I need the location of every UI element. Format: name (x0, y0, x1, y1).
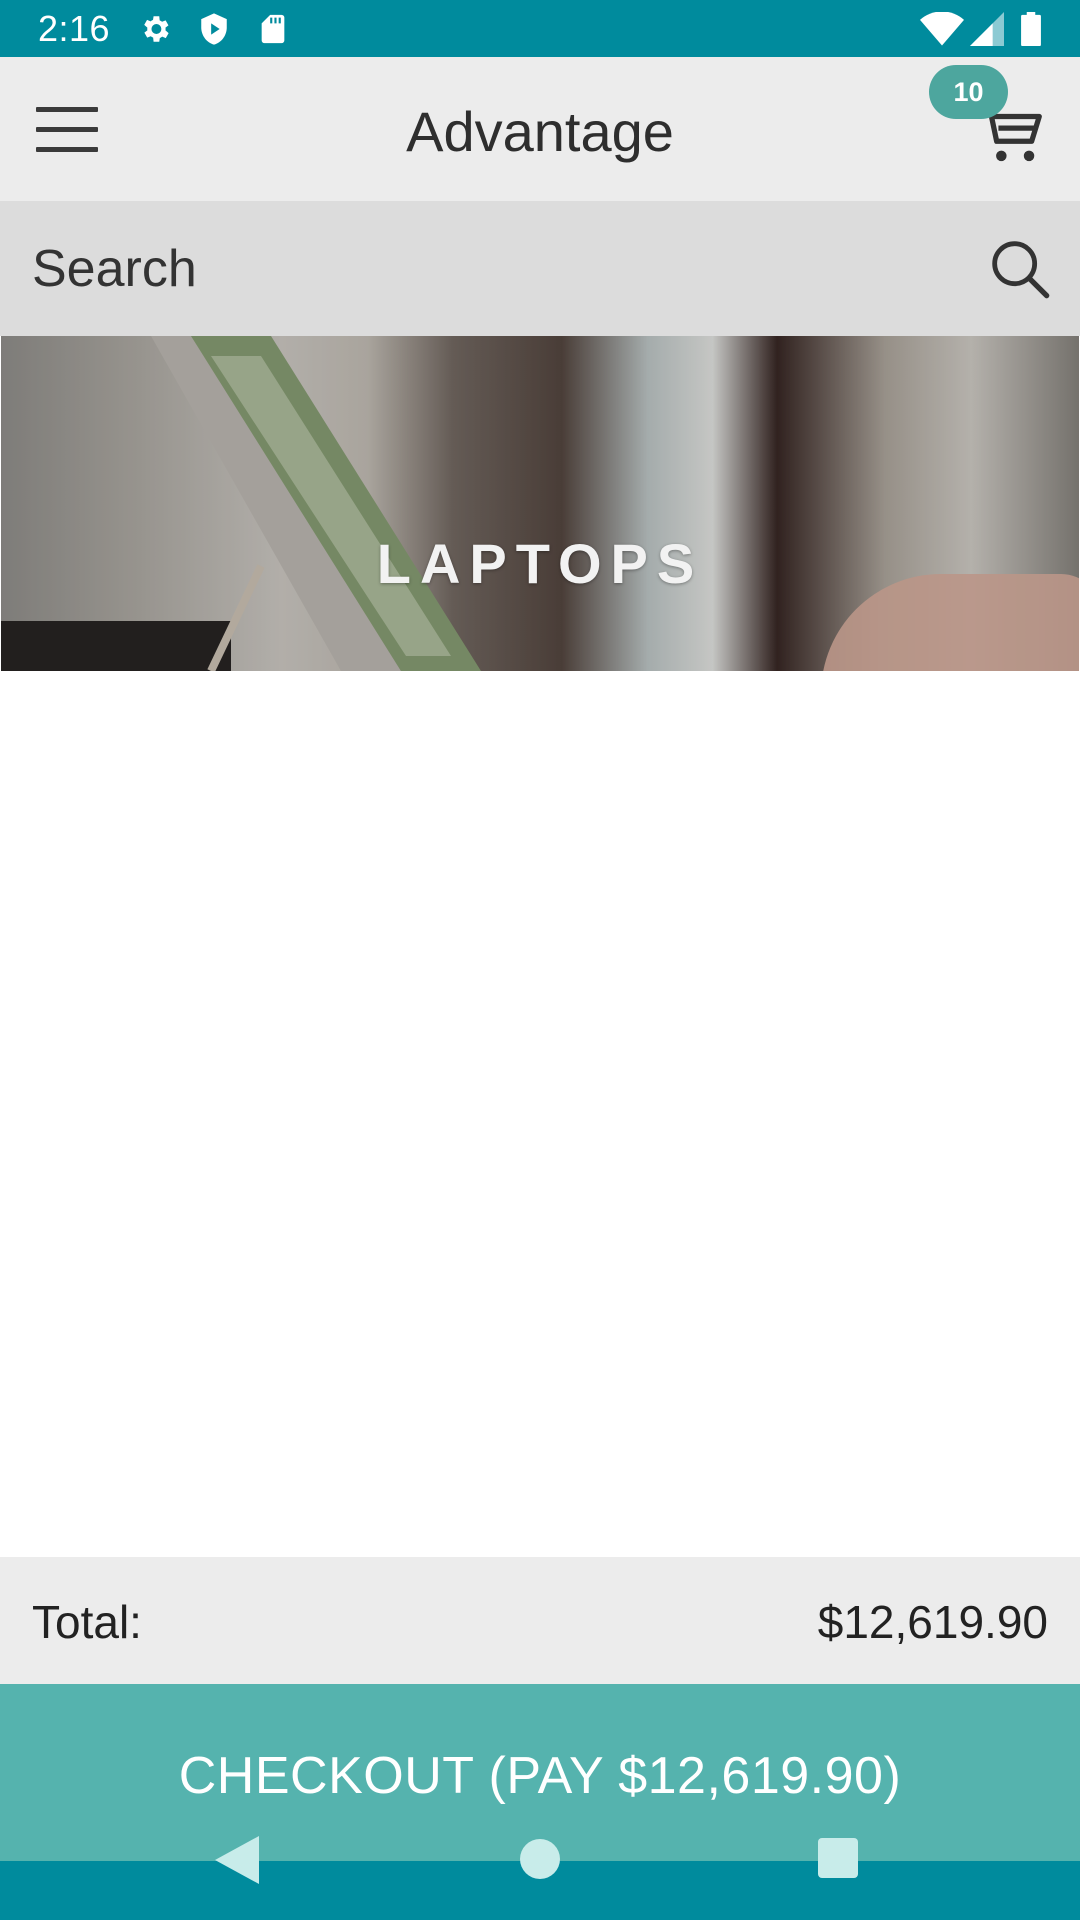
checkout-button[interactable]: CHECKOUT (PAY $12,619.90) (0, 1684, 1080, 1861)
cart-count-badge[interactable]: 10 (929, 65, 1008, 119)
battery-icon (1021, 12, 1041, 46)
home-icon[interactable] (520, 1839, 560, 1879)
total-label: Total: (32, 1596, 142, 1648)
cart-total-row: Total: $12,619.90 (0, 1557, 1080, 1684)
total-value: $12,619.90 (817, 1596, 1048, 1648)
system-nav-bar (0, 1836, 1080, 1920)
banner-overlay (1, 336, 1079, 671)
search-input[interactable] (32, 229, 972, 309)
banner-label: LAPTOPS (376, 532, 704, 595)
gear-icon (144, 16, 169, 42)
status-time: 2:16 (38, 8, 111, 49)
recents-icon[interactable] (818, 1837, 858, 1879)
back-icon[interactable] (215, 1835, 259, 1885)
play-shield-icon (201, 13, 227, 45)
search-bar (0, 201, 1080, 336)
signal-icon (970, 12, 1004, 46)
app-bar: Advantage 10 (0, 57, 1080, 201)
app-title: Advantage (406, 100, 674, 163)
category-banner-laptops[interactable]: LAPTOPS (1, 336, 1079, 671)
sd-card-icon (261, 14, 285, 44)
status-bar: 2:16 (0, 0, 1080, 57)
wifi-icon (920, 12, 964, 46)
search-icon[interactable] (988, 237, 1052, 301)
